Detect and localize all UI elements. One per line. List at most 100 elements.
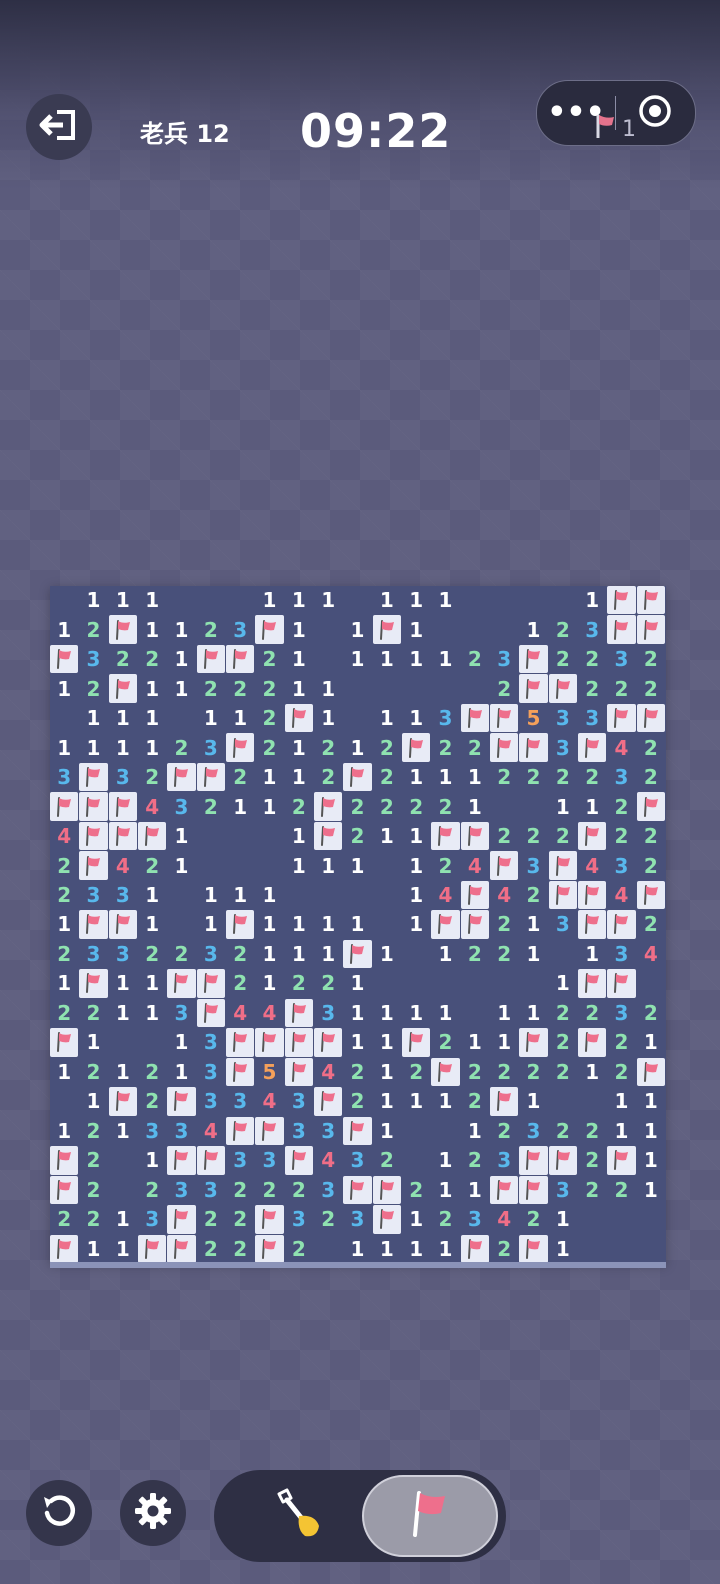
number-cell[interactable]: 3 [167,999,195,1027]
number-cell[interactable]: 1 [138,1146,166,1174]
number-cell[interactable]: 2 [50,999,78,1027]
number-cell[interactable]: 1 [519,999,547,1027]
number-cell[interactable]: 2 [637,910,665,938]
number-cell[interactable]: 2 [167,940,195,968]
number-cell[interactable]: 2 [578,1117,606,1145]
number-cell[interactable]: 1 [167,1028,195,1056]
number-cell[interactable]: 2 [138,763,166,791]
number-cell[interactable]: 3 [314,999,342,1027]
number-cell[interactable]: 2 [607,1176,635,1204]
number-cell[interactable]: 3 [490,1146,518,1174]
number-cell[interactable]: 1 [314,910,342,938]
flagged-cell[interactable] [226,910,255,939]
number-cell[interactable]: 1 [402,1087,430,1115]
number-cell[interactable]: 1 [637,1176,665,1204]
number-cell[interactable]: 2 [138,645,166,673]
number-cell[interactable]: 2 [285,792,313,820]
number-cell[interactable]: 2 [226,940,254,968]
number-cell[interactable]: 1 [402,615,430,643]
number-cell[interactable]: 3 [109,940,137,968]
flagged-cell[interactable] [255,615,284,644]
number-cell[interactable]: 4 [490,881,518,909]
number-cell[interactable]: 1 [255,586,283,614]
flagged-cell[interactable] [636,586,665,615]
number-cell[interactable]: 3 [109,763,137,791]
number-cell[interactable]: 1 [578,586,606,614]
flagged-cell[interactable] [490,1175,519,1205]
flagged-cell[interactable] [167,762,196,792]
number-cell[interactable]: 1 [373,1058,401,1086]
number-cell[interactable]: 3 [138,1205,166,1233]
number-cell[interactable]: 4 [226,999,254,1027]
number-cell[interactable]: 1 [461,1176,489,1204]
number-cell[interactable]: 2 [50,851,78,879]
flagged-cell[interactable] [343,939,372,969]
number-cell[interactable]: 1 [402,822,430,850]
number-cell[interactable]: 1 [255,910,283,938]
number-cell[interactable]: 3 [578,615,606,643]
number-cell[interactable]: 2 [490,822,518,850]
number-cell[interactable]: 1 [255,969,283,997]
number-cell[interactable]: 2 [519,1205,547,1233]
number-cell[interactable]: 1 [50,910,78,938]
flagged-cell[interactable] [284,998,313,1028]
number-cell[interactable]: 1 [109,704,137,732]
flagged-cell[interactable] [50,1146,79,1175]
flagged-cell[interactable] [284,703,313,733]
number-cell[interactable]: 2 [607,1058,635,1086]
number-cell[interactable]: 2 [373,733,401,761]
number-cell[interactable]: 2 [373,763,401,791]
number-cell[interactable]: 1 [167,822,195,850]
number-cell[interactable]: 1 [607,1087,635,1115]
number-cell[interactable]: 2 [461,1058,489,1086]
flagged-cell[interactable] [519,644,548,674]
number-cell[interactable]: 2 [138,1087,166,1115]
flagged-cell[interactable] [196,1146,225,1175]
number-cell[interactable]: 4 [109,851,137,879]
number-cell[interactable]: 2 [138,851,166,879]
flagged-cell[interactable] [167,1234,196,1263]
number-cell[interactable]: 2 [549,822,577,850]
number-cell[interactable]: 2 [490,763,518,791]
number-cell[interactable]: 1 [138,881,166,909]
number-cell[interactable]: 2 [637,733,665,761]
number-cell[interactable]: 4 [431,881,459,909]
number-cell[interactable]: 1 [79,1235,107,1263]
flagged-cell[interactable] [490,1087,519,1116]
number-cell[interactable]: 4 [490,1205,518,1233]
flagged-cell[interactable] [343,762,372,792]
number-cell[interactable]: 2 [549,763,577,791]
number-cell[interactable]: 2 [549,1028,577,1056]
flagged-cell[interactable] [255,1116,284,1146]
number-cell[interactable]: 2 [461,940,489,968]
number-cell[interactable]: 1 [549,1235,577,1263]
number-cell[interactable]: 3 [255,1146,283,1174]
number-cell[interactable]: 1 [402,851,430,879]
number-cell[interactable]: 3 [578,704,606,732]
number-cell[interactable]: 2 [607,1028,635,1056]
flagged-cell[interactable] [519,733,548,762]
number-cell[interactable]: 2 [490,1058,518,1086]
number-cell[interactable]: 3 [197,1058,225,1086]
number-cell[interactable]: 1 [402,910,430,938]
number-cell[interactable]: 2 [226,1235,254,1263]
number-cell[interactable]: 2 [461,1087,489,1115]
flagged-cell[interactable] [460,703,489,733]
number-cell[interactable]: 4 [607,733,635,761]
number-cell[interactable]: 2 [285,1176,313,1204]
number-cell[interactable]: 1 [431,645,459,673]
number-cell[interactable]: 2 [79,1176,107,1204]
number-cell[interactable]: 2 [255,1176,283,1204]
flagged-cell[interactable] [108,821,137,851]
number-cell[interactable]: 1 [373,1087,401,1115]
flagged-cell[interactable] [460,1234,489,1263]
number-cell[interactable]: 1 [167,1058,195,1086]
number-cell[interactable]: 1 [402,763,430,791]
number-cell[interactable]: 2 [607,792,635,820]
number-cell[interactable]: 1 [109,586,137,614]
number-cell[interactable]: 1 [373,940,401,968]
flagged-cell[interactable] [636,880,665,910]
minesweeper-board[interactable]: 1111111111121123111123322121111123223212… [50,586,666,1264]
number-cell[interactable]: 1 [373,1235,401,1263]
number-cell[interactable]: 2 [637,645,665,673]
